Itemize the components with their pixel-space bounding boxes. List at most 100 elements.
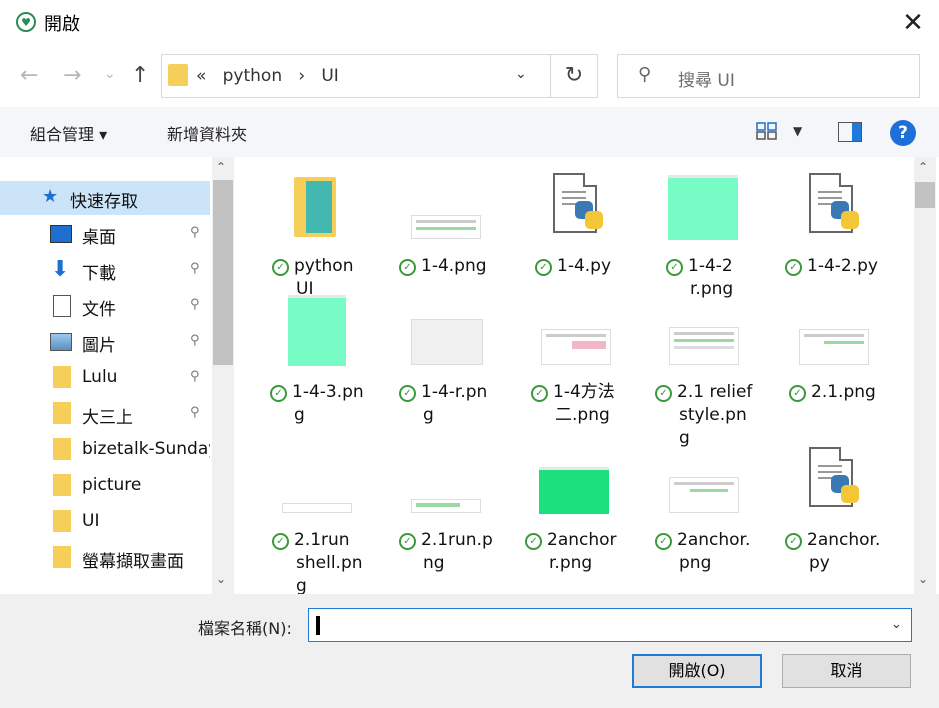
- scroll-down-icon[interactable]: ⌄: [918, 572, 928, 586]
- image-thumbnail: [669, 477, 739, 513]
- new-folder-button[interactable]: 新增資料夾: [167, 121, 247, 145]
- sync-check-icon: ✓: [531, 385, 548, 402]
- sync-check-icon: ✓: [655, 533, 672, 550]
- image-thumbnail: [411, 499, 481, 513]
- pin-icon[interactable]: ⚲: [190, 405, 200, 420]
- pin-icon[interactable]: ⚲: [190, 297, 200, 312]
- file-name: ✓ 2.1run.p ng: [399, 529, 514, 575]
- image-thumbnail: [282, 503, 352, 513]
- breadcrumb-item-ui[interactable]: UI: [321, 66, 338, 86]
- sidebar-item-label: UI: [82, 511, 100, 531]
- sync-check-icon: ✓: [272, 533, 289, 550]
- sidebar-item-label: picture: [82, 475, 142, 495]
- folder-icon: [53, 438, 71, 460]
- image-thumbnail: [288, 295, 346, 366]
- search-icon: ⚲: [638, 64, 652, 85]
- sidebar-scroll-thumb[interactable]: [213, 180, 233, 365]
- scroll-up-icon[interactable]: ⌃: [216, 160, 226, 174]
- pin-icon[interactable]: ⚲: [190, 333, 200, 348]
- file-name: ✓ 2.1.png: [789, 381, 904, 404]
- sidebar-item-junior-first-term[interactable]: 大三上 ⚲: [0, 397, 210, 431]
- folder-icon: [168, 64, 188, 86]
- pin-icon[interactable]: ⚲: [190, 369, 200, 384]
- sidebar-item-quick-access[interactable]: ★ 快速存取: [0, 181, 210, 215]
- sync-check-icon: ✓: [272, 259, 289, 276]
- recent-locations-icon[interactable]: ⌄: [104, 66, 116, 82]
- scroll-down-icon[interactable]: ⌄: [216, 572, 226, 586]
- folder-icon: [53, 402, 71, 424]
- sidebar-item-desktop[interactable]: 桌面 ⚲: [0, 217, 210, 251]
- download-icon: ⬇: [51, 257, 70, 282]
- sidebar-item-label: 螢幕擷取畫面: [82, 552, 184, 572]
- sidebar-item-ui[interactable]: UI: [0, 505, 210, 539]
- search-input[interactable]: [617, 54, 920, 98]
- image-thumbnail: [668, 175, 738, 240]
- pin-icon[interactable]: ⚲: [190, 225, 200, 240]
- up-icon[interactable]: ↑: [131, 63, 149, 88]
- file-name: ✓ 2anchor r.png: [525, 529, 640, 575]
- file-name: ✓ 1-4-3.pn g: [270, 381, 385, 427]
- document-icon: [53, 295, 71, 317]
- sync-check-icon: ✓: [785, 259, 802, 276]
- view-dropdown-icon[interactable]: ▼: [793, 124, 802, 138]
- breadcrumb-overflow[interactable]: «: [196, 66, 206, 86]
- sidebar-item-picture[interactable]: picture: [0, 469, 210, 503]
- file-list-scrollbar[interactable]: [914, 157, 936, 594]
- file-name: ✓ 1-4.py: [535, 255, 650, 278]
- sync-check-icon: ✓: [525, 533, 542, 550]
- sync-check-icon: ✓: [399, 259, 416, 276]
- sidebar-item-label: 快速存取: [70, 192, 138, 212]
- sidebar-item-label: 圖片: [82, 336, 116, 356]
- refresh-button[interactable]: ↻: [550, 55, 597, 97]
- sync-check-icon: ✓: [666, 259, 683, 276]
- sidebar-item-downloads[interactable]: ⬇ 下載 ⚲: [0, 253, 210, 287]
- sync-check-icon: ✓: [655, 385, 672, 402]
- sidebar-item-lulu[interactable]: Lulu ⚲: [0, 361, 210, 395]
- forward-icon[interactable]: →: [63, 63, 81, 88]
- file-list: ✓ python UI ✓ 1-4.png ✓ 1-4.py ✓ 1-4-2 r.png ✓…: [234, 157, 914, 594]
- search-placeholder: 搜尋 UI: [678, 71, 735, 91]
- folder-icon: [53, 366, 71, 388]
- file-name: ✓ 1-4.png: [399, 255, 514, 278]
- python-file-icon: [553, 173, 603, 239]
- preview-pane-button[interactable]: [838, 122, 862, 142]
- filename-label: 檔案名稱(N):: [198, 619, 292, 638]
- window-title: 開啟: [44, 14, 80, 35]
- folder-icon: [53, 546, 71, 568]
- folder-icon: [294, 177, 336, 237]
- chevron-down-icon[interactable]: ⌄: [891, 617, 902, 632]
- view-options-icon[interactable]: [756, 122, 778, 140]
- file-name: ✓ 2.1run shell.pn g: [272, 529, 387, 594]
- sidebar-item-documents[interactable]: 文件 ⚲: [0, 289, 210, 323]
- file-name: ✓ 1-4方法 二.png: [531, 381, 646, 427]
- star-icon: ★: [42, 186, 59, 207]
- sidebar-item-bizetalk[interactable]: bizetalk-Sunday: [0, 433, 210, 467]
- sidebar-item-pictures[interactable]: 圖片 ⚲: [0, 325, 210, 359]
- python-file-icon: [809, 173, 859, 239]
- image-thumbnail: [411, 215, 481, 239]
- image-thumbnail: [669, 327, 739, 365]
- text-caret: [316, 616, 320, 635]
- scroll-up-icon[interactable]: ⌃: [918, 160, 928, 174]
- open-button[interactable]: 開啟(O): [632, 654, 762, 688]
- sync-check-icon: ✓: [785, 533, 802, 550]
- help-button[interactable]: ?: [890, 120, 916, 146]
- organize-button[interactable]: 組合管理 ▾: [30, 121, 107, 145]
- cancel-button[interactable]: 取消: [782, 654, 911, 688]
- chevron-down-icon[interactable]: ⌄: [515, 66, 527, 82]
- sync-check-icon: ✓: [399, 385, 416, 402]
- pin-icon[interactable]: ⚲: [190, 261, 200, 276]
- file-list-scroll-thumb[interactable]: [915, 182, 935, 208]
- navigation-pane: ★ 快速存取 桌面 ⚲ ⬇ 下載 ⚲ 文件 ⚲ 圖片 ⚲ Lulu ⚲ 大三上 …: [0, 157, 234, 594]
- breadcrumb-separator[interactable]: ›: [298, 66, 305, 86]
- file-name: ✓ 2anchor. png: [655, 529, 770, 575]
- filename-input[interactable]: [308, 608, 912, 642]
- file-name: ✓ 2anchor. py: [785, 529, 900, 575]
- breadcrumb-item-python[interactable]: python: [223, 66, 282, 86]
- back-icon[interactable]: ←: [20, 63, 38, 88]
- close-button[interactable]: ✕: [896, 8, 930, 38]
- sync-check-icon: ✓: [270, 385, 287, 402]
- breadcrumb: « python › UI: [196, 66, 339, 86]
- sidebar-item-screenshots[interactable]: 螢幕擷取畫面: [0, 541, 210, 575]
- sidebar-item-label: 文件: [82, 300, 116, 320]
